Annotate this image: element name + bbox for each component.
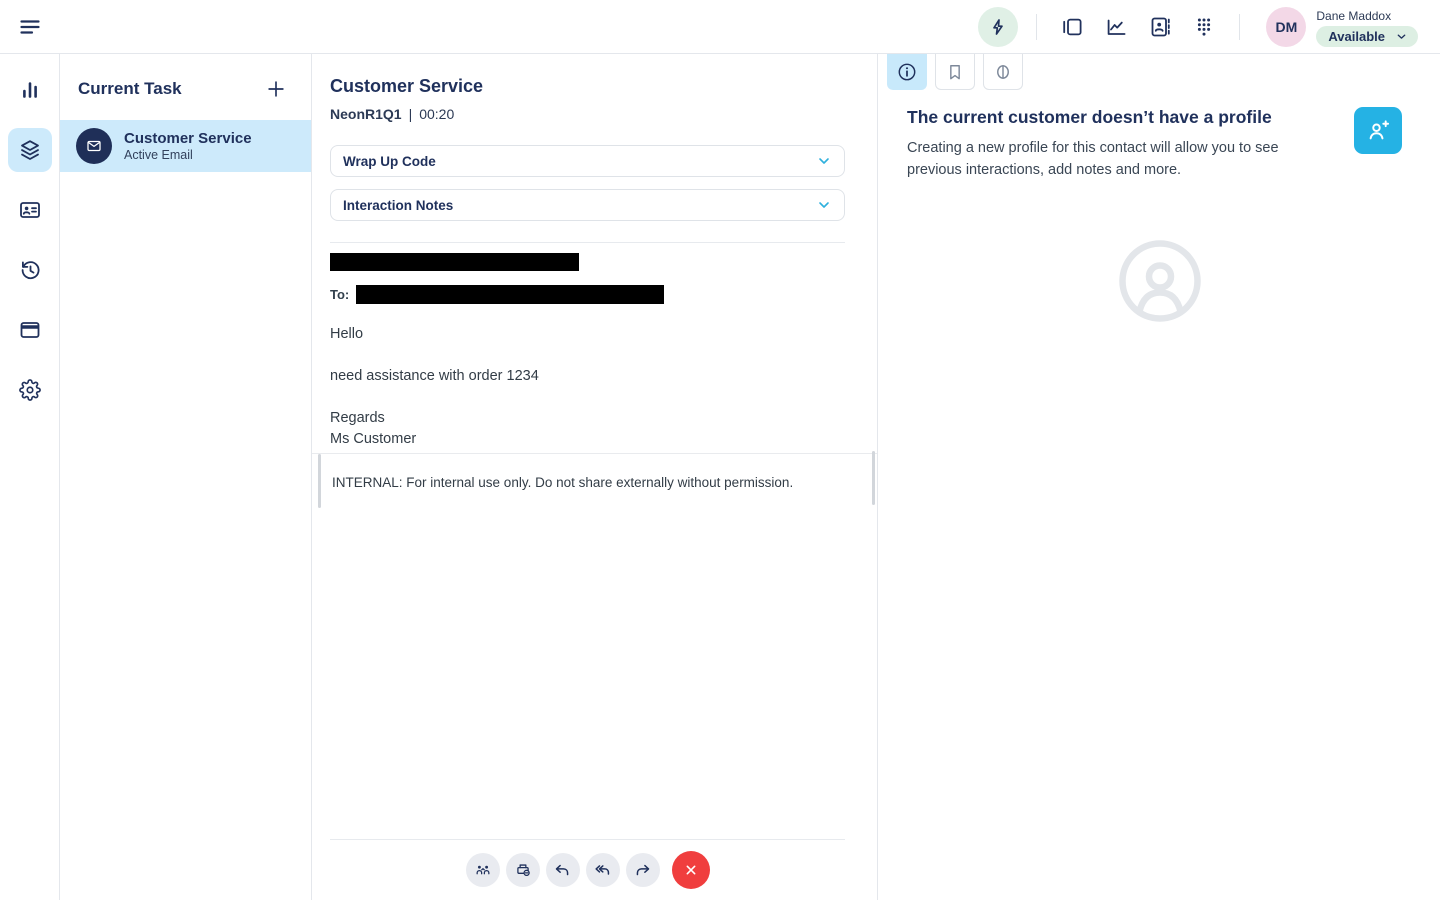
person-add-icon <box>1365 118 1391 144</box>
email-signoff: Regards <box>330 410 385 426</box>
dialpad-button[interactable] <box>1187 10 1221 44</box>
wrap-up-code-label: Wrap Up Code <box>343 153 436 169</box>
end-interaction-button[interactable] <box>671 851 710 889</box>
status-selector[interactable]: Available <box>1316 25 1418 47</box>
printer-icon <box>514 861 532 879</box>
forward-icon <box>633 861 652 880</box>
top-header: DM Dane Maddox Available <box>0 0 1440 54</box>
sidebar-item-tasks[interactable] <box>7 128 52 172</box>
email-toolbar <box>330 840 845 900</box>
reply-button[interactable] <box>545 853 580 887</box>
profile-tabs <box>887 54 1440 90</box>
task-list-panel: Current Task Customer Service Active Ema… <box>60 54 312 900</box>
hamburger-menu-button[interactable] <box>16 13 44 41</box>
create-profile-button[interactable] <box>1354 107 1402 154</box>
chevron-down-icon <box>1395 30 1408 43</box>
interaction-title: Customer Service <box>330 76 484 96</box>
task-avatar <box>76 128 112 164</box>
to-label: To: <box>330 287 350 302</box>
quick-actions-button[interactable] <box>978 6 1019 47</box>
panels-button[interactable] <box>1055 10 1089 44</box>
chevron-down-icon <box>816 153 832 169</box>
panels-icon <box>1060 15 1084 39</box>
chevron-down-icon <box>816 197 832 213</box>
interaction-notes-accordion[interactable]: Interaction Notes <box>330 189 845 221</box>
queue-name: NeonR1Q1 <box>330 106 402 122</box>
internal-note: INTERNAL: For internal use only. Do not … <box>332 475 794 490</box>
close-x-icon <box>683 862 699 878</box>
reply-all-button[interactable] <box>585 853 620 887</box>
history-icon <box>18 258 42 282</box>
interaction-meta: NeonR1Q1 | 00:20 <box>330 106 845 122</box>
profile-placeholder-icon <box>1118 239 1202 323</box>
section-divider <box>312 453 877 454</box>
tab-info[interactable] <box>887 54 927 90</box>
customer-profile-panel: The current customer doesn’t have a prof… <box>879 54 1440 900</box>
performance-chart-button[interactable] <box>1099 10 1133 44</box>
user-cluster: DM Dane Maddox Available <box>1266 6 1418 47</box>
interaction-notes-label: Interaction Notes <box>343 197 454 213</box>
gear-icon <box>18 379 41 401</box>
sidebar-item-settings[interactable] <box>8 368 52 412</box>
window-icon <box>18 318 42 342</box>
status-label: Available <box>1328 28 1385 44</box>
tab-bookmarks[interactable] <box>935 54 975 90</box>
avatar[interactable]: DM <box>1266 6 1307 47</box>
tab-ai-insights[interactable] <box>983 54 1023 90</box>
agent-desktop-app: DM Dane Maddox Available Current Task Cu… <box>0 0 1440 900</box>
resize-handle[interactable] <box>872 451 875 505</box>
divider <box>1036 13 1038 40</box>
performance-chart-icon <box>1104 15 1128 39</box>
no-profile-heading: The current customer doesn’t have a prof… <box>907 107 1272 127</box>
layers-icon <box>18 138 42 162</box>
contact-card-icon <box>18 198 42 222</box>
sidebar-item-history[interactable] <box>8 248 52 292</box>
hamburger-icon <box>18 15 42 39</box>
contact-book-button[interactable] <box>1143 10 1177 44</box>
no-profile-header: The current customer doesn’t have a prof… <box>879 90 1440 181</box>
interaction-timer: 00:20 <box>419 106 455 122</box>
contact-book-icon <box>1148 15 1172 39</box>
divider <box>1239 13 1241 40</box>
reply-icon <box>553 861 572 880</box>
transfer-button[interactable] <box>465 853 500 887</box>
info-icon <box>896 61 918 83</box>
sidebar-item-performance[interactable] <box>8 68 52 112</box>
envelope-icon <box>85 137 103 155</box>
transfer-people-icon <box>474 861 492 879</box>
interaction-panel: Customer Service NeonR1Q1 | 00:20 Wrap U… <box>312 54 878 900</box>
task-panel-title: Current Task <box>78 79 182 98</box>
bookmark-icon <box>945 62 965 82</box>
resize-handle[interactable] <box>318 454 321 508</box>
redacted-sender <box>330 253 579 271</box>
sidebar-item-windows[interactable] <box>8 308 52 352</box>
email-greeting: Hello <box>330 326 364 342</box>
add-task-button[interactable] <box>263 76 289 102</box>
lightning-icon <box>988 17 1008 37</box>
task-list-item[interactable]: Customer Service Active Email <box>60 120 311 172</box>
task-title: Customer Service <box>124 129 252 147</box>
left-nav-rail <box>0 54 60 900</box>
plus-icon <box>265 78 287 100</box>
wrap-up-code-accordion[interactable]: Wrap Up Code <box>330 145 845 177</box>
bar-chart-icon <box>18 78 42 102</box>
email-signature: Ms Customer <box>330 431 417 447</box>
redacted-recipient <box>356 285 665 304</box>
task-subtitle: Active Email <box>124 147 193 162</box>
reply-all-icon <box>593 861 612 880</box>
dialpad-icon <box>1192 15 1216 39</box>
meta-divider: | <box>408 106 413 122</box>
brain-icon <box>993 62 1013 82</box>
no-profile-description: Creating a new profile for this contact … <box>907 140 1279 178</box>
email-body: need assistance with order 1234 <box>330 368 539 384</box>
forward-button[interactable] <box>625 853 660 887</box>
print-button[interactable] <box>505 853 540 887</box>
user-name: Dane Maddox <box>1316 8 1392 23</box>
email-header-divider <box>330 242 845 243</box>
sidebar-item-contacts[interactable] <box>8 188 52 232</box>
